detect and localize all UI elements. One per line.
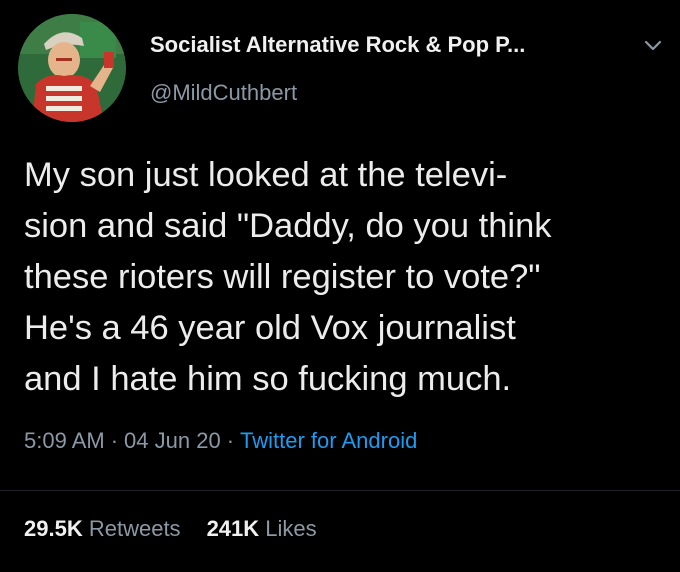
likes-stat[interactable]: 241K Likes (207, 516, 317, 541)
tweet-card: Socialist Alternative Rock & Pop P... @M… (0, 0, 680, 572)
likes-count: 241K (206, 516, 260, 541)
propaganda-poster-avatar-icon (18, 14, 126, 122)
tweet-stats: 29.5K Retweets 241K Likes (24, 516, 317, 542)
chevron-down-icon[interactable] (642, 34, 664, 56)
tweet-text: My son just looked at the televi- sion a… (24, 156, 552, 398)
avatar[interactable] (18, 14, 126, 122)
tweet-date[interactable]: 04 Jun 20 (124, 428, 221, 453)
divider (0, 490, 680, 491)
tweet-metadata: 5:09 AM · 04 Jun 20 · Twitter for Android (24, 428, 417, 454)
tweet-source-link[interactable]: Twitter for Android (240, 428, 417, 453)
retweets-stat[interactable]: 29.5K Retweets (24, 516, 181, 541)
retweets-count: 29.5K (24, 516, 83, 541)
author-display-name[interactable]: Socialist Alternative Rock & Pop P... (150, 32, 525, 58)
retweets-label: Retweets (88, 516, 181, 541)
meta-separator: · (226, 428, 235, 453)
meta-separator: · (110, 428, 119, 453)
likes-label: Likes (265, 516, 317, 541)
author-handle[interactable]: @MildCuthbert (150, 80, 297, 106)
tweet-time[interactable]: 5:09 AM (24, 428, 105, 453)
